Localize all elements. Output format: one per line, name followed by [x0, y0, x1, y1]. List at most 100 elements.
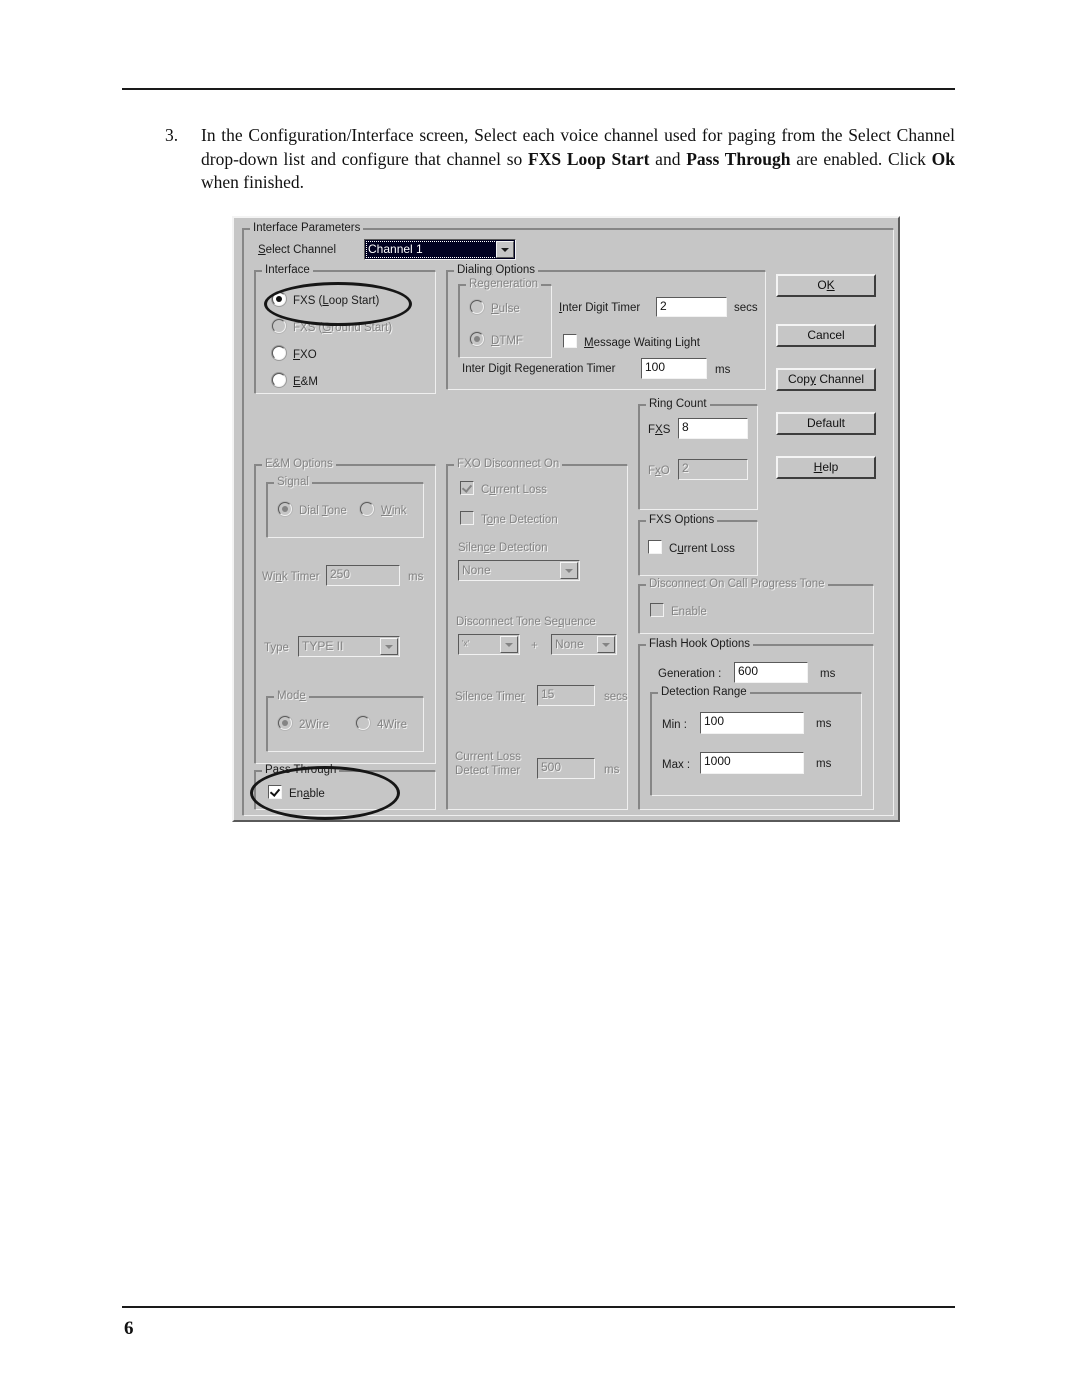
- default-button[interactable]: Default: [776, 412, 876, 435]
- group-title-detection-range: Detection Range: [658, 686, 750, 698]
- wink-timer-input: 250: [326, 565, 400, 586]
- silence-timer-label: Silence Timer: [455, 691, 525, 703]
- flash-generation-label: Generation :: [658, 668, 722, 680]
- checkbox-label: Message Waiting Light: [584, 337, 700, 349]
- checkbox-fxs-current-loss[interactable]: Current Loss: [648, 540, 735, 556]
- radio-mark: [272, 373, 286, 387]
- detection-min-input[interactable]: 100: [700, 712, 804, 734]
- radio-fxs-loop-start[interactable]: FXS (Loop Start): [272, 292, 379, 308]
- radio-mark: [272, 346, 286, 360]
- help-button[interactable]: Help: [776, 456, 876, 479]
- current-loss-detect-timer-label-1: Current Loss: [455, 751, 521, 763]
- select-channel-label: Select Channel: [258, 244, 336, 256]
- radio-mark: [278, 502, 292, 516]
- inter-digit-regen-timer-input[interactable]: 100: [641, 358, 707, 379]
- footer-rule: [122, 1306, 955, 1308]
- silence-detection-value: None: [462, 563, 491, 577]
- checkbox-message-waiting-light[interactable]: Message Waiting Light: [563, 334, 700, 350]
- current-loss-detect-timer-unit: ms: [604, 764, 620, 776]
- select-channel-combobox[interactable]: Channel 1: [364, 239, 516, 260]
- silence-detection-label: Silence Detection: [458, 542, 548, 554]
- radio-label: FXS (Ground Start): [293, 322, 393, 334]
- radio-dial-tone: Dial Tone: [278, 502, 347, 518]
- chevron-down-icon[interactable]: [496, 241, 514, 258]
- group-title-ring-count: Ring Count: [646, 398, 710, 410]
- disconnect-tone-first-value: 'x': [462, 639, 470, 648]
- type-label: Type: [264, 642, 289, 654]
- page-number: 6: [124, 1318, 134, 1339]
- group-title-interface-parameters: Interface Parameters: [250, 222, 364, 234]
- radio-label: FXS (Loop Start): [293, 295, 380, 307]
- instruction-text: In the Configuration/Interface screen, S…: [201, 125, 955, 192]
- checkbox-box: [563, 334, 577, 348]
- radio-mark: [356, 716, 370, 730]
- checkbox-box: [460, 511, 474, 525]
- checkbox-tone-detection: Tone Detection: [460, 511, 558, 527]
- group-title-fxs-options: FXS Options: [646, 514, 718, 526]
- detection-max-unit: ms: [816, 758, 832, 770]
- checkbox-label: Enable: [289, 788, 325, 800]
- radio-mark: [470, 332, 484, 346]
- type-combobox: TYPE II: [298, 636, 400, 657]
- radio-label: Wink: [381, 505, 407, 517]
- detection-max-label: Max :: [662, 759, 691, 771]
- group-title-mode: Mode: [274, 690, 309, 702]
- chevron-down-icon: [560, 562, 578, 579]
- detection-min-label: Min :: [662, 719, 687, 731]
- disconnect-tone-second-combobox: None: [551, 634, 617, 655]
- radio-label: 4Wire: [377, 719, 408, 731]
- radio-mark: [470, 300, 484, 314]
- inter-digit-regen-timer-unit: ms: [715, 364, 731, 376]
- disconnect-tone-first-combobox: 'x': [458, 634, 520, 655]
- inter-digit-timer-unit: secs: [734, 302, 758, 314]
- group-title-signal: Signal: [274, 476, 312, 488]
- radio-pulse: Pulse: [470, 300, 520, 316]
- inter-digit-timer-input[interactable]: 2: [656, 297, 727, 317]
- cancel-button[interactable]: Cancel: [776, 324, 876, 347]
- radio-fxs-ground-start: FXS (Ground Start): [272, 319, 392, 335]
- checkbox-pass-through-enable[interactable]: Enable: [268, 785, 325, 801]
- checkbox-label: Current Loss: [481, 484, 547, 496]
- wink-timer-label: Wink Timer: [262, 571, 320, 583]
- disconnect-tone-sequence-label: Disconnect Tone Sequence: [456, 616, 596, 628]
- radio-label: DTMF: [491, 335, 523, 347]
- checkbox-box: [650, 603, 664, 617]
- detection-max-input[interactable]: 1000: [700, 752, 804, 774]
- checkbox-box: [268, 785, 282, 799]
- ring-count-fxs-input[interactable]: 8: [678, 418, 748, 439]
- type-value: TYPE II: [302, 639, 344, 653]
- radio-mark: [272, 319, 286, 333]
- radio-mark: [272, 292, 286, 306]
- group-title-interface: Interface: [262, 264, 313, 276]
- group-detection-range: Detection Range: [650, 686, 862, 796]
- checkbox-fxo-current-loss: Current Loss: [460, 481, 547, 497]
- radio-wink: Wink: [360, 502, 407, 518]
- radio-dtmf: DTMF: [470, 332, 523, 348]
- ok-button[interactable]: OK: [776, 274, 876, 297]
- radio-fxo[interactable]: FXO: [272, 346, 317, 362]
- silence-detection-combobox: None: [458, 560, 580, 581]
- checkbox-box: [460, 481, 474, 495]
- focus-rect: [366, 241, 497, 258]
- copy-channel-button[interactable]: Copy Channel: [776, 368, 876, 391]
- checkbox-label: Current Loss: [669, 543, 735, 555]
- chevron-down-icon: [500, 636, 518, 653]
- radio-em[interactable]: E&M: [272, 373, 318, 389]
- chevron-down-icon: [380, 638, 398, 655]
- header-rule: [122, 88, 955, 90]
- group-title-em-options: E&M Options: [262, 458, 336, 470]
- group-title-dialing-options: Dialing Options: [454, 264, 538, 276]
- interface-parameters-dialog: Interface Parameters Select Channel Chan…: [232, 216, 900, 822]
- checkbox-box: [648, 540, 662, 554]
- flash-generation-input[interactable]: 600: [734, 662, 808, 683]
- radio-label: Dial Tone: [299, 505, 347, 517]
- ok-button-label: OK: [817, 278, 835, 292]
- ring-count-fxo-input: 2: [678, 459, 748, 480]
- checkbox-disconnect-on-cpt-enable: Enable: [650, 603, 707, 619]
- current-loss-detect-timer-input: 500: [537, 758, 595, 779]
- ring-count-fxs-label: FXS: [648, 424, 671, 436]
- group-title-disconnect-on-cpt: Disconnect On Call Progress Tone: [646, 578, 828, 590]
- instruction-paragraph: 3. In the Configuration/Interface screen…: [165, 124, 955, 195]
- silence-timer-unit: secs: [604, 691, 628, 703]
- radio-label: FXO: [293, 349, 317, 361]
